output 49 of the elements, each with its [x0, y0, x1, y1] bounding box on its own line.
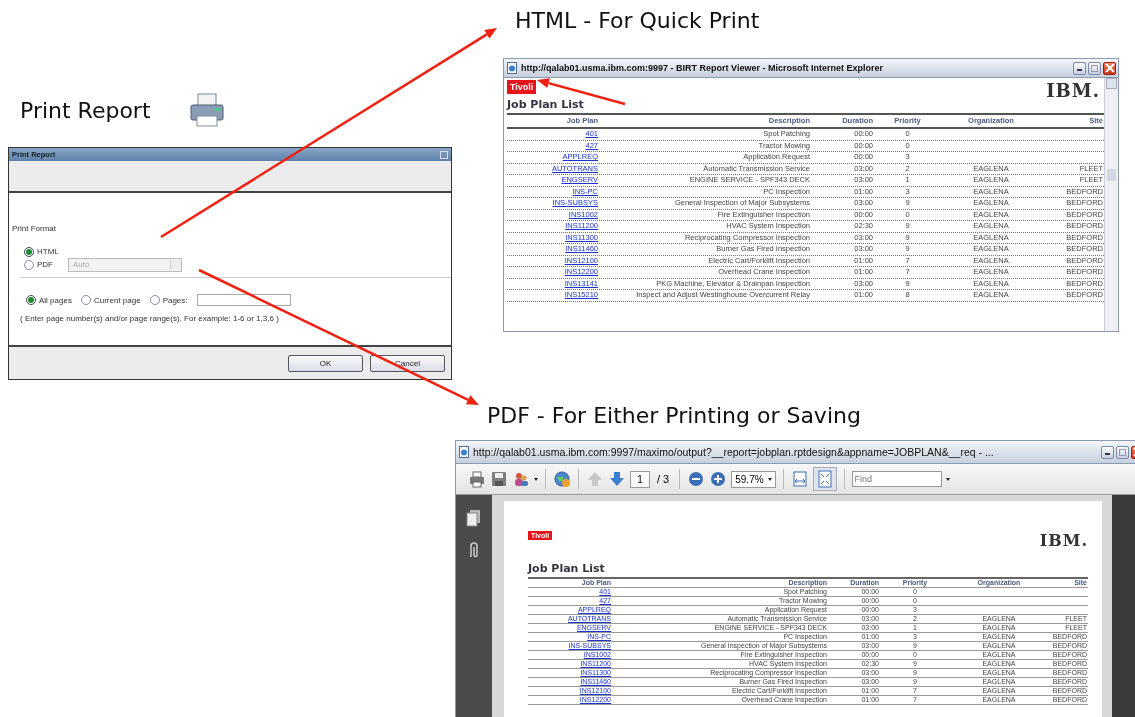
- minimize-button[interactable]: [1101, 445, 1114, 459]
- dialog-button[interactable]: OK: [288, 354, 363, 372]
- slide-heading: HTML - For Quick Print: [515, 8, 760, 33]
- radio-button[interactable]: [80, 295, 91, 305]
- radio-label: PDF: [37, 260, 53, 269]
- pages-input-field[interactable]: [196, 294, 291, 306]
- people-icon[interactable]: [512, 470, 530, 488]
- report-title: Job Plan List: [507, 98, 1104, 115]
- close-icon[interactable]: [440, 150, 448, 159]
- scrollbar[interactable]: [1104, 78, 1118, 331]
- down-arrow-icon[interactable]: [608, 470, 626, 488]
- browser-page-icon: [506, 62, 518, 74]
- close-button[interactable]: [1103, 61, 1116, 75]
- radio-label: Current page: [93, 295, 141, 305]
- fit-width-icon[interactable]: [790, 470, 809, 488]
- pages-icon[interactable]: [466, 509, 482, 527]
- caret-icon[interactable]: [534, 477, 538, 481]
- hint-text: ( Enter page number(s) and/or page range(s). For example: 1-6 or 1,3,6 ): [19, 314, 280, 323]
- zoom-dropdown[interactable]: 59.7%: [731, 470, 776, 488]
- caret-icon[interactable]: [945, 477, 950, 481]
- radio-label: All pages: [39, 295, 72, 305]
- radio-button[interactable]: [24, 259, 34, 270]
- zoom-in-icon[interactable]: [709, 470, 728, 488]
- radio-label: HTML: [37, 247, 59, 256]
- field-label: Print Format: [12, 224, 57, 233]
- slide-heading: PDF - For Either Printing or Saving: [487, 403, 861, 428]
- window-title: http://qalab01.usma.ibm.com:9997/maximo/output?__report=jobplan.rptdesign&appname=JOBPLAN&__req - ...: [473, 446, 995, 458]
- minimize-button[interactable]: [1073, 61, 1086, 75]
- company-logo: IBM.: [1046, 80, 1100, 101]
- report-title: Job Plan List: [528, 562, 1088, 579]
- browser-page-icon: [458, 446, 470, 458]
- zoom-out-icon[interactable]: [687, 470, 706, 488]
- radio-button[interactable]: [24, 246, 34, 257]
- company-logo: IBM.: [1039, 531, 1088, 550]
- slide-heading: Print Report: [20, 98, 151, 123]
- window-title: http://qalab01.usma.ibm.com:9997 - BIRT Report Viewer - Microsoft Internet Explorer: [521, 63, 884, 73]
- page-number-field[interactable]: 1: [630, 470, 650, 488]
- find-field[interactable]: Find: [851, 471, 942, 487]
- globe-icon[interactable]: [553, 470, 571, 488]
- scroll-thumb[interactable]: [1107, 169, 1116, 181]
- radio-label: Pages:: [162, 295, 188, 305]
- radio-button[interactable]: [26, 295, 36, 305]
- brand-badge: Tivoli: [507, 80, 537, 94]
- radio-button[interactable]: [149, 295, 160, 305]
- fit-page-icon[interactable]: [812, 467, 837, 491]
- printer-icon: [189, 92, 225, 128]
- page-count: / 3: [657, 473, 670, 485]
- save-icon[interactable]: [490, 470, 508, 488]
- print-icon[interactable]: [468, 470, 486, 488]
